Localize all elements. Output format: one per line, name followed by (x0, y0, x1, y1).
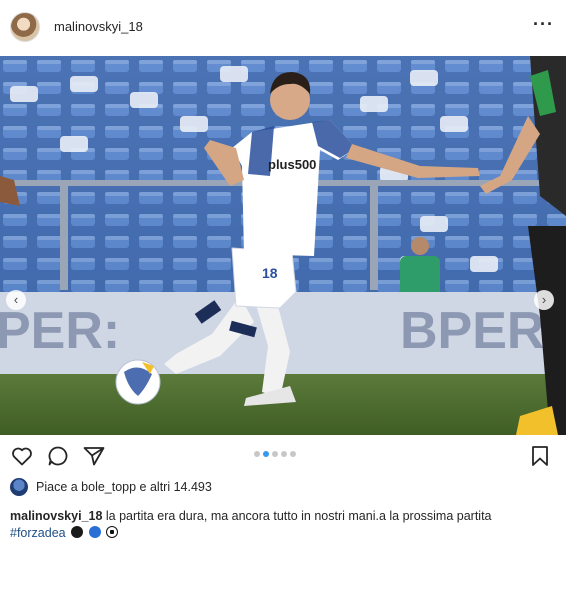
carousel-dot[interactable] (272, 451, 278, 457)
previous-image-arrow-icon[interactable]: ‹ (6, 290, 26, 310)
likes-count-text[interactable]: Piace a bole_topp e altri 14.493 (36, 480, 212, 494)
paper-plane-icon[interactable] (82, 444, 106, 473)
blue-circle-emoji-icon (88, 526, 101, 538)
football-photo: PER: BPER: 18 plus500 (0, 56, 566, 435)
post-caption: malinovskyi_18 la partita era dura, ma a… (10, 508, 530, 542)
jersey-sponsor: plus500 (268, 157, 316, 172)
action-bar (0, 440, 566, 474)
post-photo[interactable]: PER: BPER: 18 plus500 ‹ › (0, 56, 566, 435)
caption-hashtag[interactable]: #forzadea (10, 526, 66, 540)
banner-text-left: PER: (0, 302, 120, 360)
likes-row: Piace a bole_topp e altri 14.493 (10, 477, 212, 497)
caption-text: la partita era dura, ma ancora tutto in … (102, 509, 492, 523)
next-image-arrow-icon[interactable]: › (534, 290, 554, 310)
heart-icon[interactable] (10, 444, 34, 473)
banner-text-right: BPER: (400, 302, 562, 360)
carousel-indicator (254, 451, 296, 457)
instagram-post: malinovskyi_18 ··· PER: BPER: 18 plus500… (0, 0, 566, 600)
post-header: malinovskyi_18 ··· (0, 0, 566, 56)
post-username[interactable]: malinovskyi_18 (54, 19, 143, 34)
avatar[interactable] (10, 12, 40, 42)
carousel-dot[interactable] (263, 451, 269, 457)
bookmark-icon[interactable] (528, 444, 552, 473)
more-dots-icon[interactable]: ··· (533, 14, 554, 35)
comment-icon[interactable] (46, 444, 70, 473)
carousel-dot[interactable] (254, 451, 260, 457)
soccer-ball-emoji-icon (106, 526, 119, 538)
black-circle-emoji-icon (71, 526, 84, 538)
football-ball (115, 359, 161, 405)
caption-username[interactable]: malinovskyi_18 (10, 509, 102, 523)
liker-avatar[interactable] (10, 478, 28, 496)
carousel-dot[interactable] (290, 451, 296, 457)
carousel-dot[interactable] (281, 451, 287, 457)
shorts-number: 18 (262, 265, 278, 281)
